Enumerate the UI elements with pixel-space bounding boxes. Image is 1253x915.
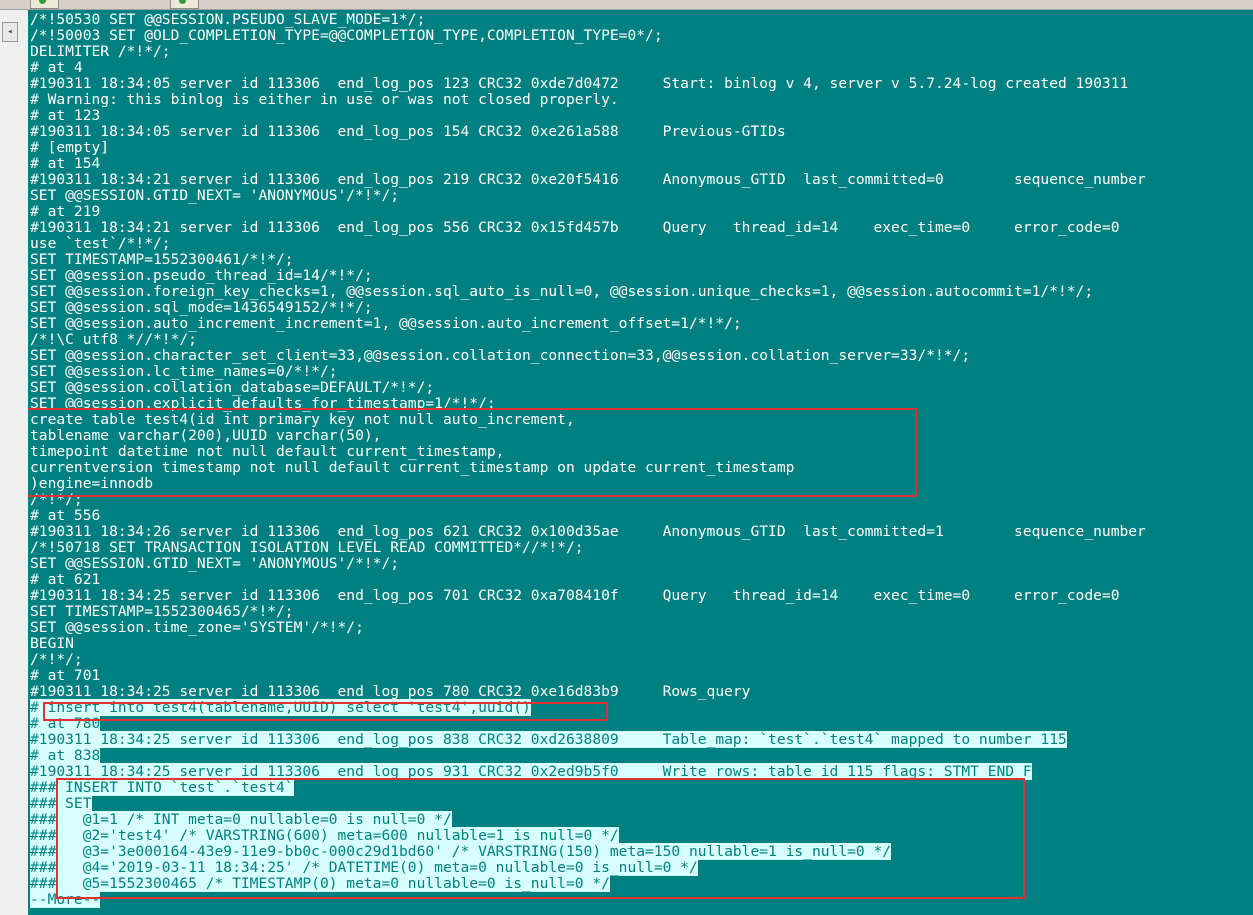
terminal-line: BEGIN xyxy=(30,635,74,652)
selected-text: ### @3='3e000164-43e9-11e9-bb0c-000c29d1… xyxy=(30,843,892,860)
terminal-line: use `test`/*!*/; xyxy=(30,235,171,252)
terminal-line: # at 219 xyxy=(30,203,101,220)
tab-session-2[interactable] xyxy=(170,0,199,9)
terminal-line: # at 780 xyxy=(30,715,1146,732)
terminal-line: # insert into test4(tablename,UUID) sele… xyxy=(30,699,1146,716)
selected-text: ### @1=1 /* INT meta=0 nullable=0 is_nul… xyxy=(30,811,452,828)
session-status-icon xyxy=(39,0,46,4)
terminal-line: /*!\C utf8 *//*!*/; xyxy=(30,331,197,348)
terminal-line: #190311 18:34:25 server id 113306 end_lo… xyxy=(30,587,1120,604)
tab-session-1[interactable] xyxy=(30,0,59,9)
terminal-line: #190311 18:34:25 server id 113306 end_lo… xyxy=(30,763,1146,780)
selected-text: # at 780 xyxy=(30,715,101,732)
terminal-line: ### @5=1552300465 /* TIMESTAMP(0) meta=0… xyxy=(30,875,1146,892)
terminal-line: #190311 18:34:25 server id 113306 end_lo… xyxy=(30,683,751,700)
selected-text: #190311 18:34:25 server id 113306 end_lo… xyxy=(30,763,1032,780)
terminal-line: SET @@session.sql_mode=1436549152/*!*/; xyxy=(30,299,373,316)
terminal-line: /*!50530 SET @@SESSION.PSEUDO_SLAVE_MODE… xyxy=(30,11,426,28)
selected-text: ### @2='test4' /* VARSTRING(600) meta=60… xyxy=(30,827,619,844)
terminal-line: SET @@session.auto_increment_increment=1… xyxy=(30,315,742,332)
scroll-left-arrow-icon[interactable]: ◂ xyxy=(2,22,18,42)
terminal-line: # at 701 xyxy=(30,667,101,684)
terminal-line: /*!*/; xyxy=(30,491,83,508)
terminal-line: SET @@session.time_zone='SYSTEM'/*!*/; xyxy=(30,619,364,636)
terminal-line: # at 621 xyxy=(30,571,101,588)
terminal-line: # at 838 xyxy=(30,747,1146,764)
terminal-line: /*!50718 SET TRANSACTION ISOLATION LEVEL… xyxy=(30,539,584,556)
terminal-line: SET @@session.explicit_defaults_for_time… xyxy=(30,395,496,412)
terminal-line: SET @@SESSION.GTID_NEXT= 'ANONYMOUS'/*!*… xyxy=(30,555,400,572)
selected-text: # insert into test4(tablename,UUID) sele… xyxy=(30,699,531,716)
selected-text: ### INSERT INTO `test`.`test4` xyxy=(30,779,294,796)
terminal-line: )engine=innodb xyxy=(30,475,154,492)
terminal-line: ### @1=1 /* INT meta=0 nullable=0 is_nul… xyxy=(30,811,1146,828)
terminal-line: SET @@session.collation_database=DEFAULT… xyxy=(30,379,435,396)
terminal-line: /*!*/; xyxy=(30,651,83,668)
terminal-line: SET TIMESTAMP=1552300465/*!*/; xyxy=(30,603,294,620)
terminal-line: #190311 18:34:21 server id 113306 end_lo… xyxy=(30,171,1146,188)
terminal-line: ### SET xyxy=(30,795,1146,812)
pager-line: --More-- xyxy=(30,891,1146,908)
terminal-line: #190311 18:34:21 server id 113306 end_lo… xyxy=(30,219,1120,236)
terminal-line: # at 4 xyxy=(30,59,83,76)
selected-text: ### SET xyxy=(30,795,92,812)
terminal-window[interactable]: /*!50530 SET @@SESSION.PSEUDO_SLAVE_MODE… xyxy=(28,10,1253,915)
selected-text: ### @4='2019-03-11 18:34:25' /* DATETIME… xyxy=(30,859,698,876)
terminal-line: ### @3='3e000164-43e9-11e9-bb0c-000c29d1… xyxy=(30,843,1146,860)
terminal-line: SET @@session.lc_time_names=0/*!*/; xyxy=(30,363,338,380)
terminal-line: DELIMITER /*!*/; xyxy=(30,43,171,60)
terminal-line: SET @@session.pseudo_thread_id=14/*!*/; xyxy=(30,267,373,284)
terminal-line: currentversion timestamp not null defaul… xyxy=(30,459,795,476)
left-gutter: ◂ xyxy=(0,10,29,915)
terminal-line: ### @2='test4' /* VARSTRING(600) meta=60… xyxy=(30,827,1146,844)
terminal-line: create table test4(id int primary key no… xyxy=(30,411,575,428)
terminal-line: #190311 18:34:26 server id 113306 end_lo… xyxy=(30,523,1146,540)
terminal-line: /*!50003 SET @OLD_COMPLETION_TYPE=@@COMP… xyxy=(30,27,663,44)
selected-text: #190311 18:34:25 server id 113306 end_lo… xyxy=(30,731,1067,748)
tab-strip xyxy=(0,0,1253,10)
terminal-line: # [empty] xyxy=(30,139,110,156)
terminal-line: SET @@SESSION.GTID_NEXT= 'ANONYMOUS'/*!*… xyxy=(30,187,400,204)
terminal-line: # at 123 xyxy=(30,107,101,124)
terminal-line: #190311 18:34:05 server id 113306 end_lo… xyxy=(30,75,1129,92)
terminal-line: SET @@session.character_set_client=33,@@… xyxy=(30,347,971,364)
terminal-line: #190311 18:34:25 server id 113306 end_lo… xyxy=(30,731,1146,748)
terminal-line: SET @@session.foreign_key_checks=1, @@se… xyxy=(30,283,1094,300)
terminal-line: ### INSERT INTO `test`.`test4` xyxy=(30,779,1146,796)
terminal-line: # at 556 xyxy=(30,507,101,524)
terminal-output: /*!50530 SET @@SESSION.PSEUDO_SLAVE_MODE… xyxy=(30,12,1146,908)
terminal-line: timepoint datetime not null default curr… xyxy=(30,443,505,460)
selected-text: # at 838 xyxy=(30,747,101,764)
terminal-line: SET TIMESTAMP=1552300461/*!*/; xyxy=(30,251,294,268)
terminal-line: tablename varchar(200),UUID varchar(50), xyxy=(30,427,382,444)
selected-text: ### @5=1552300465 /* TIMESTAMP(0) meta=0… xyxy=(30,875,610,892)
terminal-line: # at 154 xyxy=(30,155,101,172)
terminal-line: # Warning: this binlog is either in use … xyxy=(30,91,619,108)
terminal-line: #190311 18:34:05 server id 113306 end_lo… xyxy=(30,123,786,140)
terminal-line: ### @4='2019-03-11 18:34:25' /* DATETIME… xyxy=(30,859,1146,876)
session-status-icon xyxy=(179,0,186,4)
more-prompt[interactable]: --More-- xyxy=(30,891,101,908)
